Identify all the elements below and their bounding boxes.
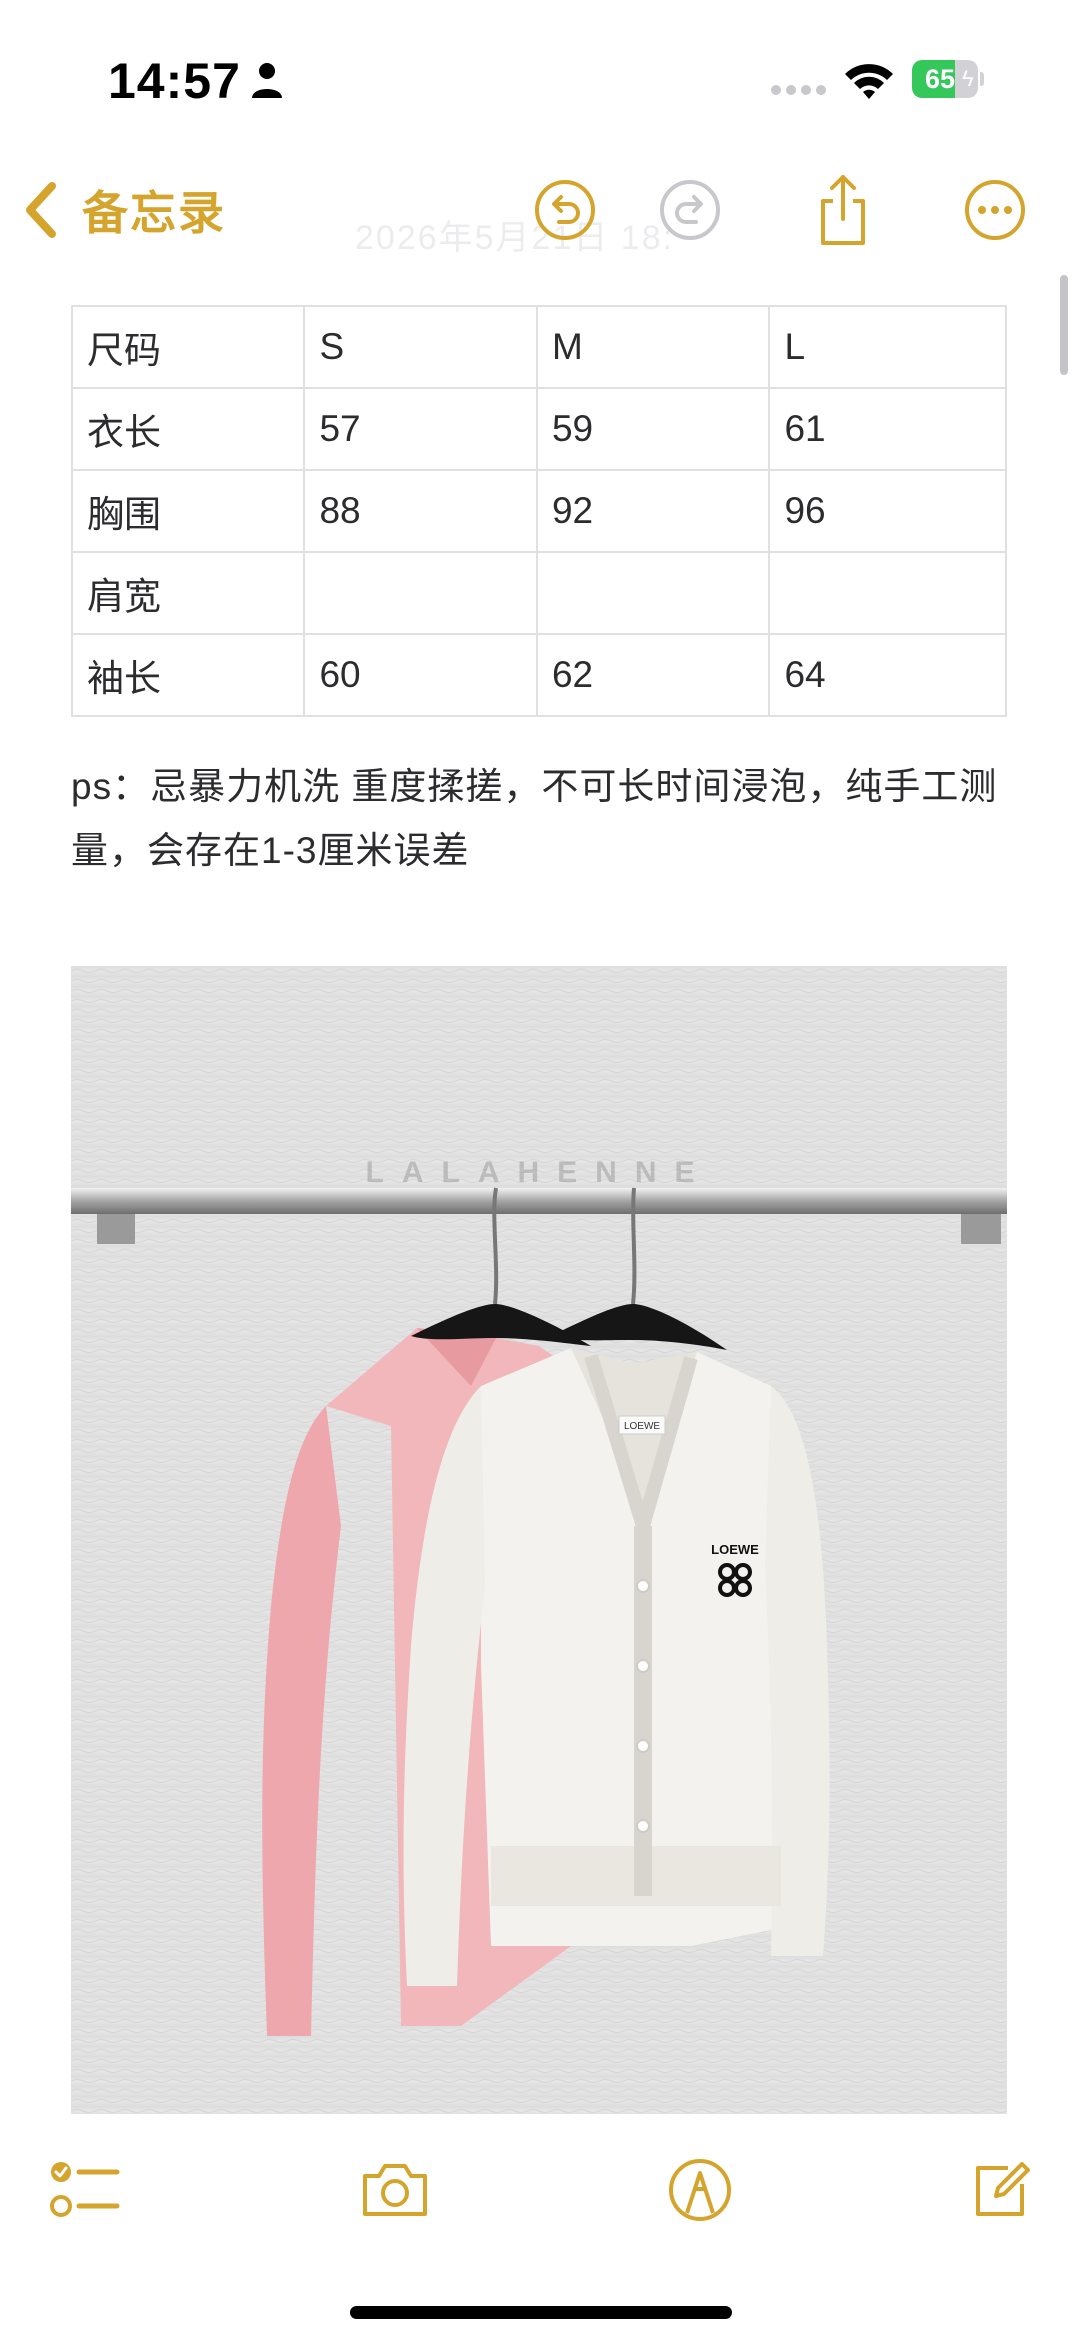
table-cell[interactable]: S xyxy=(303,305,538,389)
watermark: LALAHENNE xyxy=(365,1156,713,1189)
table-cell[interactable]: 尺码 xyxy=(70,305,306,389)
undo-icon xyxy=(535,180,595,240)
table-cell[interactable]: 60 xyxy=(303,633,538,717)
markup-button[interactable] xyxy=(660,2150,740,2230)
back-label: 备忘录 xyxy=(82,187,226,239)
compose-button[interactable] xyxy=(960,2150,1040,2230)
table-cell[interactable]: 62 xyxy=(535,633,771,717)
table-row: 袖长 60 62 64 xyxy=(70,633,1007,717)
chevron-left-icon xyxy=(26,182,56,238)
redo-icon xyxy=(660,180,720,240)
table-cell[interactable] xyxy=(535,551,771,635)
table-cell[interactable]: 衣长 xyxy=(70,387,306,471)
table-cell[interactable]: 57 xyxy=(303,387,538,471)
markup-icon xyxy=(669,2159,731,2221)
checklist-icon xyxy=(50,2162,120,2217)
table-cell[interactable]: 92 xyxy=(535,469,771,553)
person-icon xyxy=(252,63,282,98)
table-cell[interactable]: 胸围 xyxy=(70,469,306,553)
compose-icon xyxy=(976,2162,1030,2216)
logo-text: LOEWE xyxy=(711,1542,759,1557)
bottom-toolbar xyxy=(0,2130,1080,2250)
table-row: 衣长 57 59 61 xyxy=(70,387,1007,471)
table-cell[interactable] xyxy=(768,551,1007,635)
wifi-icon xyxy=(845,64,893,99)
battery-level: 65 xyxy=(924,64,956,94)
status-bar: 14:57 65 ϟ xyxy=(0,0,1080,150)
camera-icon xyxy=(363,2164,427,2216)
signal-icon xyxy=(771,85,826,95)
note-text[interactable]: ps：忌暴力机洗 重度揉搓，不可长时间浸泡，纯手工测量，会存在1-3厘米误差 xyxy=(71,755,1011,883)
size-table: 尺码 S M L 衣长 57 59 61 胸围 88 92 96 肩宽 袖长 60 62 64 xyxy=(70,305,1007,717)
table-cell[interactable]: 61 xyxy=(768,387,1007,471)
scroll-indicator[interactable] xyxy=(1060,275,1068,375)
table-cell[interactable]: 88 xyxy=(303,469,538,553)
table-cell[interactable]: L xyxy=(768,305,1007,389)
table-row: 肩宽 xyxy=(70,551,1007,635)
table-cell[interactable]: 96 xyxy=(768,469,1007,553)
battery-icon: 65 ϟ xyxy=(912,60,984,98)
nav-bar: 2026年5月21日 18: 备忘录 xyxy=(0,150,1080,270)
camera-button[interactable] xyxy=(355,2150,435,2230)
redo-button[interactable] xyxy=(650,170,730,250)
undo-button[interactable] xyxy=(525,170,605,250)
table-cell[interactable]: 肩宽 xyxy=(70,551,306,635)
share-icon xyxy=(821,175,865,245)
table-cell[interactable]: 64 xyxy=(768,633,1007,717)
table-row: 胸围 88 92 96 xyxy=(70,469,1007,553)
table-cell[interactable]: 袖长 xyxy=(70,633,306,717)
more-icon xyxy=(965,180,1025,240)
table-cell[interactable]: 59 xyxy=(535,387,771,471)
home-indicator[interactable] xyxy=(350,2306,732,2319)
table-row: 尺码 S M L xyxy=(70,305,1007,389)
table-cell[interactable]: M xyxy=(535,305,771,389)
label-text: LOEWE xyxy=(624,1421,660,1432)
product-photo[interactable]: LOEWE LOEWE LALAHENNE xyxy=(71,966,1007,2114)
status-time: 14:57 xyxy=(108,53,241,109)
faded-date-title: 2026年5月21日 18: xyxy=(355,219,675,257)
share-button[interactable] xyxy=(803,170,883,250)
checklist-button[interactable] xyxy=(45,2150,125,2230)
table-cell[interactable] xyxy=(303,551,538,635)
more-button[interactable] xyxy=(955,170,1035,250)
charging-bolt-icon: ϟ xyxy=(962,66,974,91)
back-button[interactable]: 备忘录 xyxy=(20,170,226,250)
